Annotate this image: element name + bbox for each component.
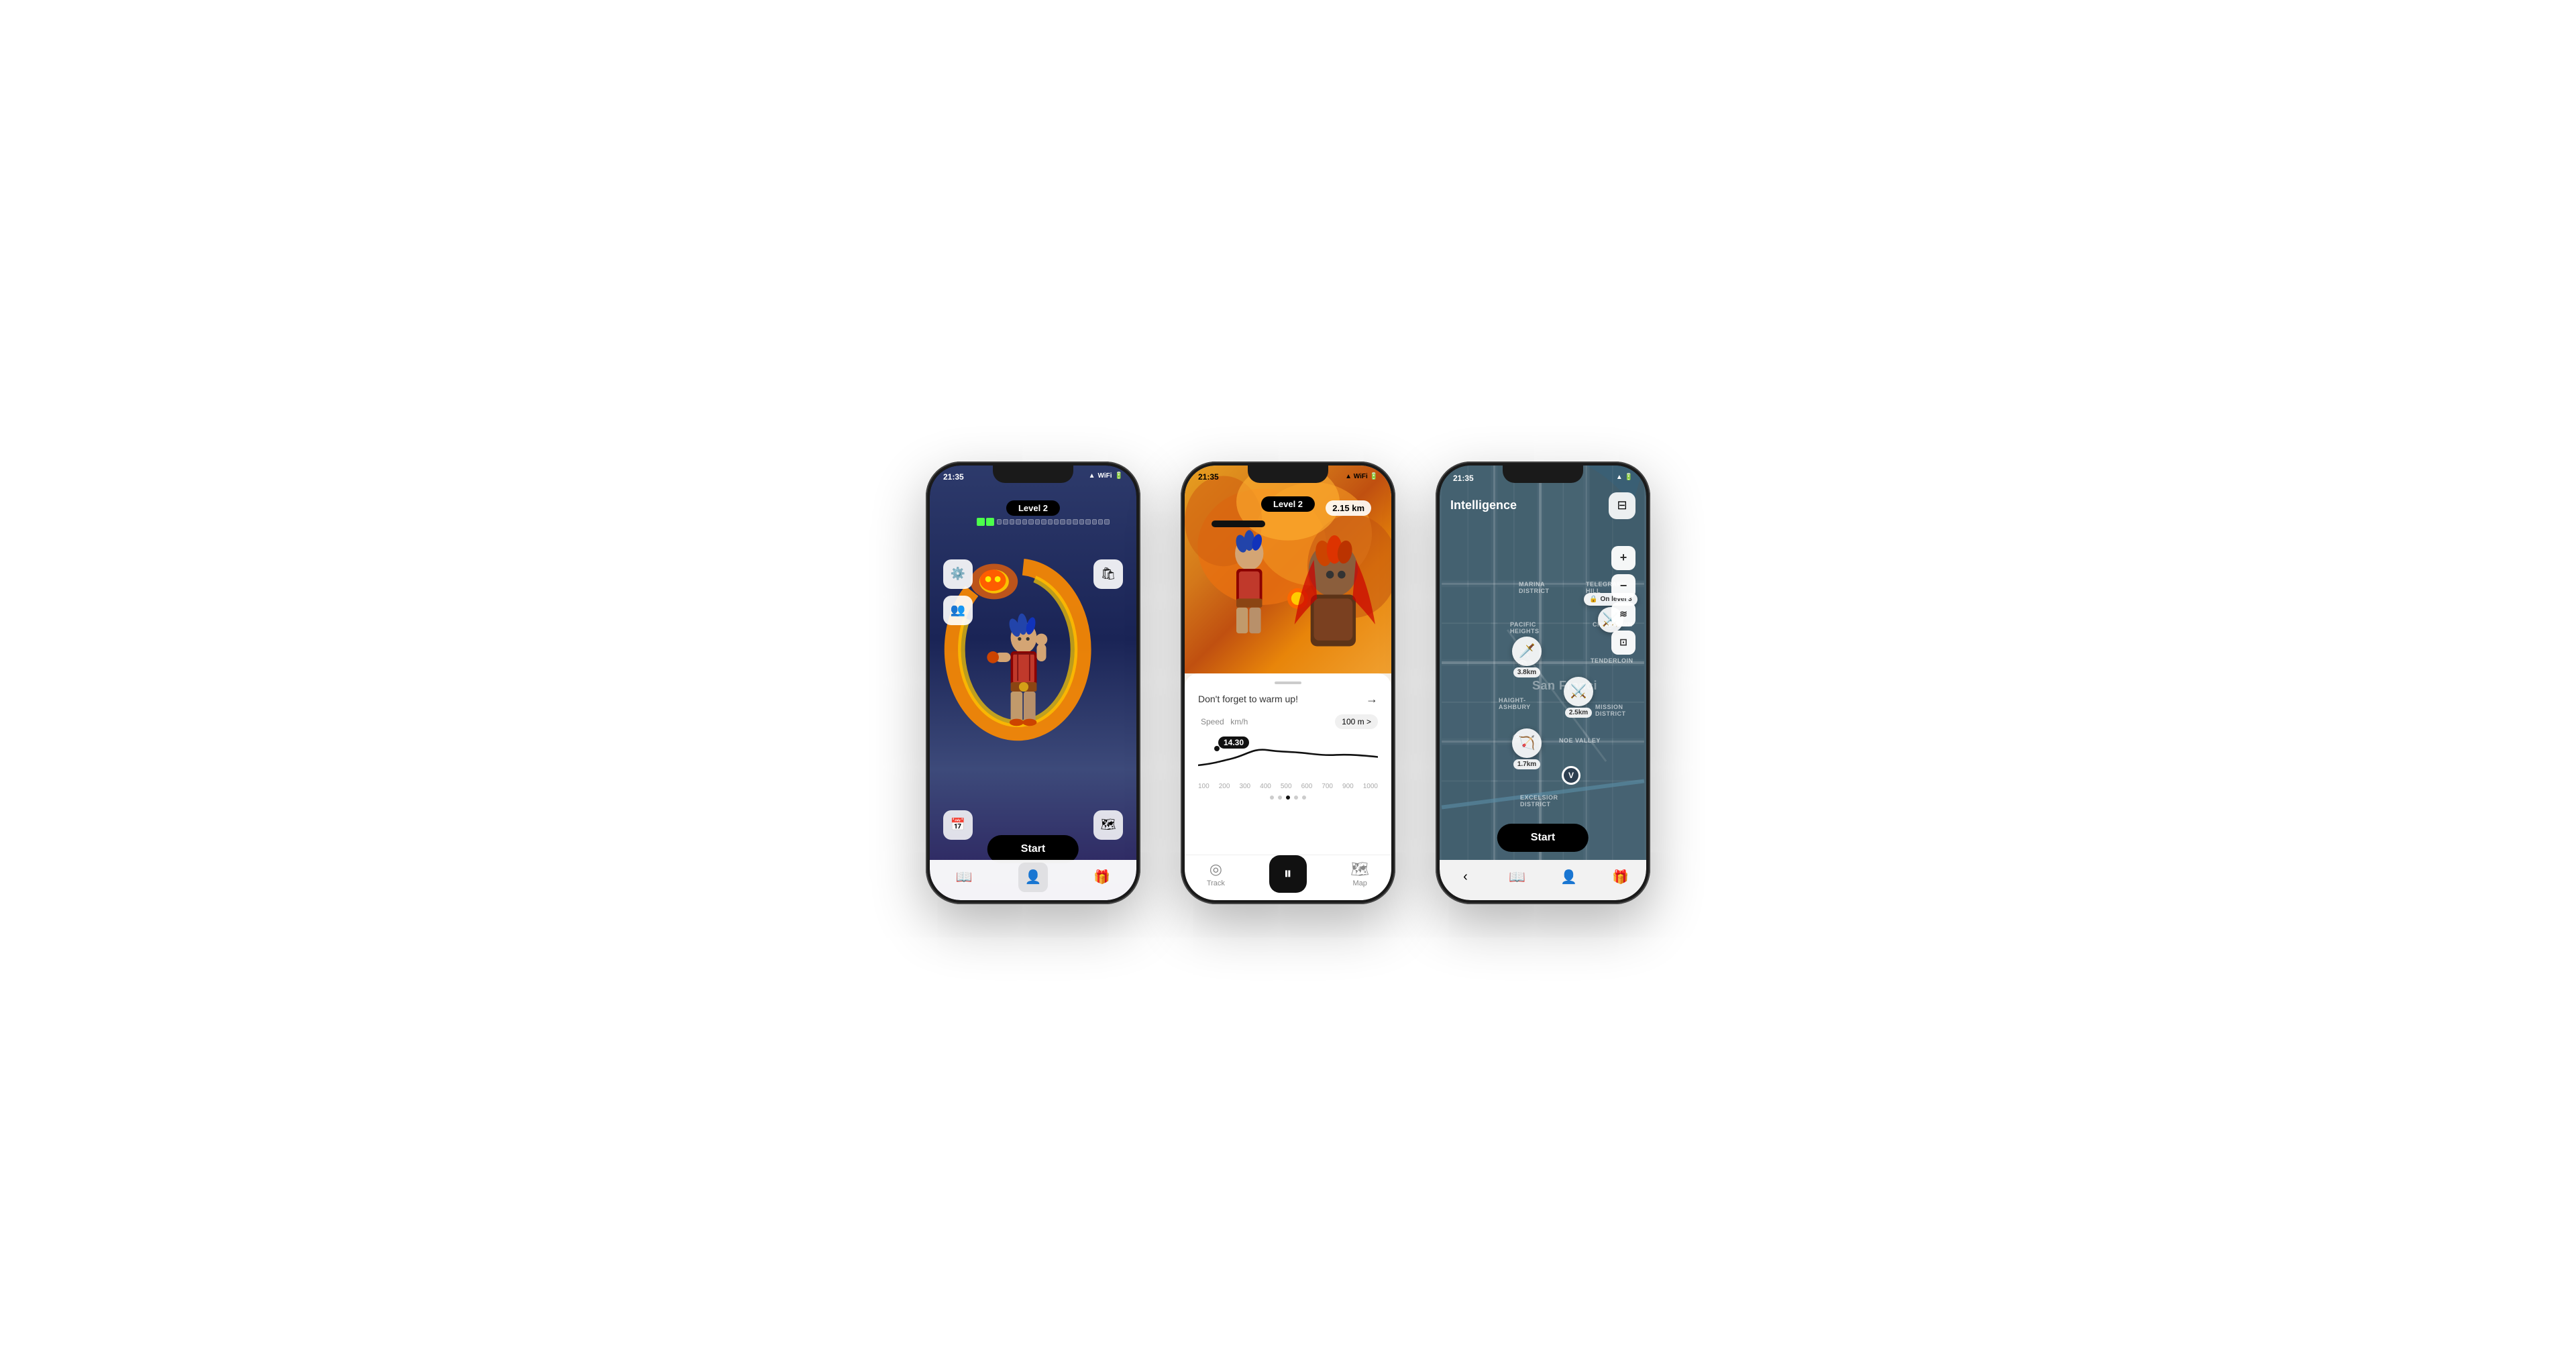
- phone-1-start-button[interactable]: Start: [987, 835, 1079, 863]
- marina-district-label: MARINADISTRICT: [1519, 581, 1550, 596]
- warm-up-message: Don't forget to warm up! →: [1198, 692, 1378, 706]
- tab-track[interactable]: ◎ Track: [1207, 861, 1225, 887]
- route-button[interactable]: ≋: [1611, 602, 1635, 626]
- phone-2-art-area: 21:35 ▲ WiFi 🔋 Level 2 2.15 km: [1185, 466, 1391, 673]
- phone-3-title: Intelligence: [1450, 498, 1517, 512]
- marker-25km-distance: 2.5km: [1565, 708, 1592, 718]
- haight-ashbury-label: HAIGHT-ASHBURY: [1499, 697, 1531, 712]
- tab-map[interactable]: 🗺 Map: [1350, 861, 1369, 887]
- zoom-in-button[interactable]: +: [1611, 546, 1635, 570]
- speed-dot-icon: [1214, 746, 1220, 751]
- phone-1-health-bar: [977, 518, 1110, 526]
- phone-2-inner: 21:35 ▲ WiFi 🔋 Level 2 2.15 km Don't for…: [1185, 466, 1391, 900]
- phone-2-xp-bar: [1212, 521, 1265, 527]
- marker-17km-icon: 🏹: [1512, 728, 1542, 758]
- phone-1-time: 21:35: [943, 472, 964, 482]
- phone-3-tab-person[interactable]: 👤: [1554, 863, 1584, 892]
- zoom-out-button[interactable]: −: [1611, 574, 1635, 598]
- frame-button[interactable]: ⊡: [1611, 631, 1635, 655]
- phone-2-tab-bar: ◎ Track ⏸ 🗺 Map: [1185, 855, 1391, 900]
- phone-2-stats-panel: Don't forget to warm up! → Speed km/h 10…: [1185, 673, 1391, 860]
- marker-38km-icon: 🗡️: [1512, 637, 1542, 666]
- phone-3-notch: [1503, 466, 1583, 483]
- shop-button[interactable]: 🛍: [1093, 559, 1123, 589]
- marker-25km-icon: ⚔️: [1564, 677, 1593, 706]
- map-marker-25km[interactable]: ⚔️ 2.5km: [1564, 677, 1593, 718]
- phone-1-status-icons: ▲ WiFi 🔋: [1089, 472, 1123, 480]
- layers-button[interactable]: ⊟: [1609, 492, 1635, 519]
- marker-38km-distance: 3.8km: [1513, 667, 1540, 677]
- phone-1: 21:35 ▲ WiFi 🔋 Level 2: [926, 461, 1140, 904]
- chart-x-labels: 100 200 300 400 500 600 700 900 1000: [1198, 783, 1378, 790]
- map-area: MARINADISTRICT TELEGRAPHHILL PACIFICHEIG…: [1440, 466, 1646, 860]
- phone-2-level-badge: Level 2: [1261, 496, 1315, 512]
- phone-3-time: 21:35: [1453, 474, 1474, 483]
- tab-person[interactable]: 👤: [1018, 863, 1048, 892]
- player-marker[interactable]: V: [1562, 766, 1580, 785]
- phone-3-start-button[interactable]: Start: [1497, 824, 1589, 852]
- marker-17km-distance: 1.7km: [1513, 759, 1540, 769]
- phone-3-header: 21:35 ▲ 🔋 Intelligence ⊟: [1450, 492, 1635, 519]
- chart-pagination-dots: [1198, 796, 1378, 800]
- phone-2: 21:35 ▲ WiFi 🔋 Level 2 2.15 km Don't for…: [1181, 461, 1395, 904]
- speed-label: Speed km/h: [1198, 713, 1248, 728]
- phone-3-tab-back[interactable]: ‹: [1451, 863, 1481, 892]
- phone-3-tab-book[interactable]: 📖: [1503, 863, 1532, 892]
- pause-button[interactable]: ⏸: [1269, 855, 1307, 893]
- phone-2-distance: 2.15 km: [1326, 500, 1371, 516]
- speed-chart: 14.30 100 200 300 400 500 600 700 900: [1198, 736, 1378, 790]
- map-button[interactable]: 🗺: [1093, 810, 1123, 840]
- excelsior-district-label: EXCELSIORDISTRICT: [1520, 794, 1558, 809]
- lock-icon: 🔒: [1589, 596, 1597, 603]
- settings-button[interactable]: ⚙️: [943, 559, 973, 589]
- phone-3-tab-gift[interactable]: 🎁: [1606, 863, 1635, 892]
- current-speed-value: 14.30: [1218, 736, 1249, 749]
- friends-button[interactable]: 👥: [943, 596, 973, 625]
- noe-valley-label: NOE VALLEY: [1559, 737, 1601, 745]
- phone-1-tab-bar: 📖 👤 🎁: [930, 860, 1136, 900]
- warm-up-arrow-icon[interactable]: →: [1366, 692, 1378, 706]
- phone-1-left-buttons: ⚙️ 👥: [943, 559, 973, 625]
- map-controls: + − ≋ ⊡: [1611, 546, 1635, 655]
- tab-book[interactable]: 📖: [949, 863, 979, 892]
- phone-2-time: 21:35: [1198, 472, 1219, 482]
- mission-district-label: MISSIONDISTRICT: [1595, 704, 1626, 718]
- phone-2-notch: [1248, 466, 1328, 483]
- calendar-button[interactable]: 📅: [943, 810, 973, 840]
- phone-1-level-badge: Level 2: [1006, 500, 1060, 516]
- phone-3-inner: MARINADISTRICT TELEGRAPHHILL PACIFICHEIG…: [1440, 466, 1646, 900]
- phone-3: MARINADISTRICT TELEGRAPHHILL PACIFICHEIG…: [1436, 461, 1650, 904]
- range-button[interactable]: 100 m >: [1335, 714, 1378, 729]
- phone-3-tab-bar: ‹ 📖 👤 🎁: [1440, 860, 1646, 900]
- phone-1-inner: 21:35 ▲ WiFi 🔋 Level 2: [930, 466, 1136, 900]
- phone-1-notch: [993, 466, 1073, 483]
- pacific-heights-label: PACIFICHEIGHTS: [1510, 621, 1540, 636]
- drag-handle: [1275, 681, 1301, 684]
- tab-gift[interactable]: 🎁: [1087, 863, 1117, 892]
- tenderloin-label: TENDERLOIN: [1591, 657, 1633, 665]
- map-marker-38km[interactable]: 🗡️ 3.8km: [1512, 637, 1542, 677]
- warm-up-text: Don't forget to warm up!: [1198, 694, 1298, 704]
- phone-1-right-buttons: 🛍: [1093, 559, 1123, 589]
- phones-container: 21:35 ▲ WiFi 🔋 Level 2: [899, 435, 1677, 931]
- layers-icon: ⊟: [1617, 498, 1627, 512]
- map-marker-17km[interactable]: 🏹 1.7km: [1512, 728, 1542, 769]
- map-grid: MARINADISTRICT TELEGRAPHHILL PACIFICHEIG…: [1440, 466, 1646, 860]
